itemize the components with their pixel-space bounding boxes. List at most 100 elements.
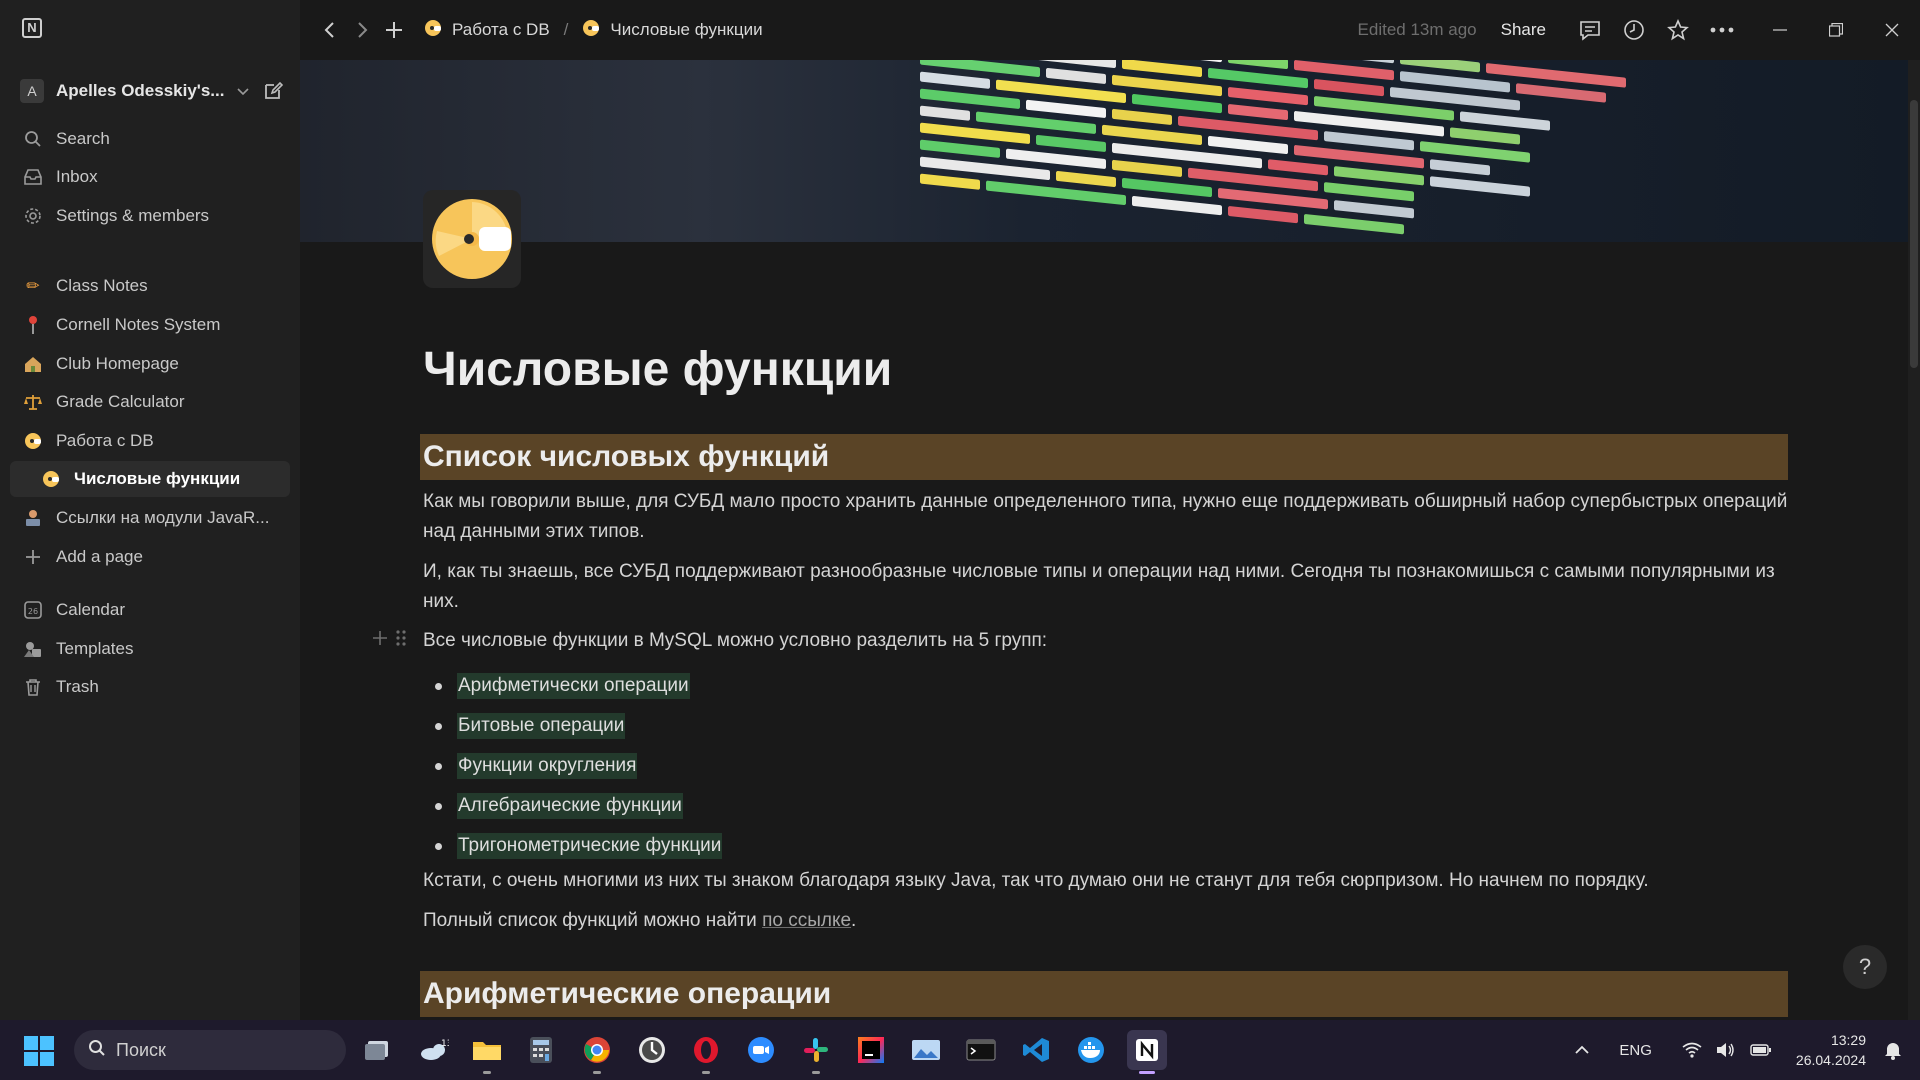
system-tray: ENG 13:29 26.04.2024 <box>1575 1020 1920 1080</box>
page-title[interactable]: Числовые функции <box>423 342 892 397</box>
bullet-dot <box>435 842 442 850</box>
paragraph[interactable]: Как мы говорили выше, для СУБД мало прос… <box>423 487 1793 547</box>
sidebar-item-label: Работа с DB <box>56 431 154 450</box>
docker-icon[interactable] <box>1071 1030 1111 1070</box>
restore-window-icon[interactable] <box>1808 8 1864 52</box>
breadcrumb-item[interactable]: Числовые функции <box>582 19 763 42</box>
calculator-icon[interactable] <box>521 1030 561 1070</box>
sidebar-item-class-notes[interactable]: ✏ Class Notes <box>10 268 290 304</box>
page-content: Числовые функции Список числовых функций… <box>300 242 1908 1020</box>
terminal-icon[interactable] <box>961 1030 1001 1070</box>
forward-arrow-icon[interactable] <box>346 14 378 46</box>
sidebar-item-label: Ссылки на модули JavaR... <box>56 508 270 527</box>
file-explorer-icon[interactable] <box>467 1030 507 1074</box>
functions-list-link[interactable]: по ссылке <box>762 910 851 931</box>
breadcrumb-item[interactable]: Работа с DB <box>424 19 550 42</box>
person-laptop-icon <box>22 507 44 529</box>
list-item[interactable]: Арифметически операции <box>423 666 722 706</box>
sidebar-item-grade-calculator[interactable]: Grade Calculator <box>10 384 290 420</box>
battery-icon[interactable] <box>1750 1043 1772 1057</box>
list-item[interactable]: Функции округления <box>423 746 722 786</box>
paragraph[interactable]: Все числовые функции в MySQL можно услов… <box>423 626 1793 656</box>
opera-icon[interactable] <box>686 1030 726 1074</box>
paragraph[interactable]: Полный список функций можно найти по ссы… <box>423 906 1793 936</box>
clock-time: 13:29 <box>1830 1032 1866 1048</box>
sidebar-item-label: Cornell Notes System <box>56 315 221 334</box>
more-options-icon[interactable] <box>1700 8 1744 52</box>
running-indicator <box>812 1071 820 1074</box>
vscode-icon[interactable] <box>1016 1030 1056 1070</box>
windows-start-icon[interactable] <box>24 1036 54 1066</box>
pin-icon <box>22 314 44 336</box>
sidebar-item-inbox[interactable]: Inbox <box>10 159 290 195</box>
wifi-icon[interactable] <box>1682 1042 1702 1058</box>
photos-icon[interactable] <box>906 1030 946 1070</box>
sidebar-item-label: Calendar <box>56 600 125 619</box>
sidebar-item-templates[interactable]: Templates <box>10 631 290 667</box>
share-button[interactable]: Share <box>1501 20 1546 40</box>
sidebar-item-label: Settings & members <box>56 206 210 225</box>
new-page-icon[interactable] <box>262 80 284 102</box>
calendar-icon: 26 <box>22 599 44 621</box>
sidebar-item-cornell-notes[interactable]: Cornell Notes System <box>10 307 290 343</box>
sidebar-item-javarush-links[interactable]: Ссылки на модули JavaR... <box>10 500 290 536</box>
weather-icon[interactable]: 13° <box>414 1030 454 1070</box>
bullet-dot <box>435 682 442 690</box>
list-item[interactable]: Битовые операции <box>423 706 722 746</box>
taskbar-clock[interactable]: 13:29 26.04.2024 <box>1796 1030 1866 1070</box>
database-disc-icon <box>22 430 44 452</box>
gear-icon <box>22 205 44 227</box>
minimize-icon[interactable] <box>1752 8 1808 52</box>
paragraph[interactable]: И, как ты знаешь, все СУБД поддерживают … <box>423 557 1793 617</box>
chevron-down-icon[interactable] <box>236 84 250 98</box>
close-icon[interactable] <box>1864 8 1920 52</box>
sidebar-item-trash[interactable]: Trash <box>10 669 290 705</box>
sidebar-item-settings[interactable]: Settings & members <box>10 198 290 234</box>
sidebar-item-club-homepage[interactable]: Club Homepage <box>10 346 290 382</box>
intellij-icon[interactable] <box>851 1030 891 1070</box>
taskbar-search[interactable]: Поиск <box>74 1030 346 1070</box>
new-tab-plus-icon[interactable] <box>378 14 410 46</box>
slack-icon[interactable] <box>796 1030 836 1074</box>
show-hidden-icons-chevron-icon[interactable] <box>1575 1045 1590 1055</box>
heading-arithmetic-operations[interactable]: Арифметические операции <box>420 971 1788 1017</box>
chrome-icon[interactable] <box>577 1030 617 1074</box>
list-item[interactable]: Тригонометрические функции <box>423 826 723 866</box>
sidebar-item-chislovye-funktsii[interactable]: Числовые функции <box>10 461 290 497</box>
paragraph-text: . <box>851 910 857 931</box>
zoom-icon[interactable] <box>741 1030 781 1070</box>
trash-icon <box>22 676 44 698</box>
page-cover-image[interactable] <box>300 60 1908 242</box>
help-button[interactable]: ? <box>1843 945 1887 989</box>
heading-list-functions[interactable]: Список числовых функций <box>420 434 1788 480</box>
workspace-switcher[interactable]: A Apelles Odesskiy's... <box>20 76 284 106</box>
notifications-bell-icon[interactable] <box>1884 1040 1902 1060</box>
language-indicator[interactable]: ENG <box>1619 1042 1652 1059</box>
sidebar-item-label: Templates <box>56 639 134 658</box>
add-block-plus-icon[interactable] <box>372 630 388 651</box>
task-view-icon[interactable] <box>358 1030 398 1070</box>
page-scrollbar[interactable] <box>1908 60 1920 1020</box>
add-page-button[interactable]: Add a page <box>10 539 290 575</box>
scrollbar-thumb[interactable] <box>1910 100 1918 368</box>
notion-icon[interactable] <box>1127 1030 1167 1074</box>
sidebar-item-label: Club Homepage <box>56 354 179 373</box>
drag-handle-icon[interactable] <box>396 630 406 651</box>
volume-icon[interactable] <box>1716 1042 1736 1058</box>
history-clock-icon[interactable] <box>1612 8 1656 52</box>
database-disc-icon <box>582 19 600 42</box>
favorite-star-icon[interactable] <box>1656 8 1700 52</box>
clock-date: 26.04.2024 <box>1795 1052 1866 1068</box>
database-disc-icon <box>40 468 62 490</box>
sidebar-item-label: Trash <box>56 677 99 696</box>
sidebar-item-rabota-s-db[interactable]: Работа с DB <box>10 423 290 459</box>
yandex-icon[interactable] <box>632 1030 672 1070</box>
paragraph[interactable]: Кстати, с очень многими из них ты знаком… <box>423 866 1793 896</box>
back-arrow-icon[interactable] <box>314 14 346 46</box>
comments-icon[interactable] <box>1568 8 1612 52</box>
sidebar-item-search[interactable]: Search <box>10 121 290 157</box>
sidebar-item-calendar[interactable]: 26 Calendar <box>10 592 290 628</box>
list-item[interactable]: Алгебраические функции <box>423 786 722 826</box>
taskbar-search-placeholder: Поиск <box>116 1039 166 1060</box>
notion-logo-icon[interactable]: N <box>22 17 42 38</box>
